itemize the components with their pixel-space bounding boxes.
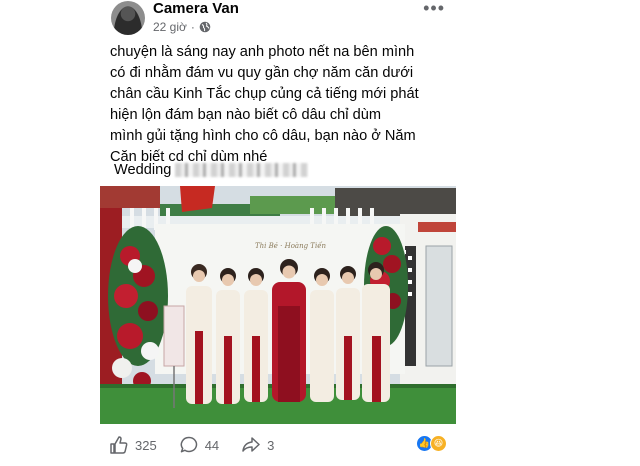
backdrop-text: Thi Bé · Hoàng Tiến: [255, 241, 327, 250]
post-photo[interactable]: Thi Bé · Hoàng Tiến: [100, 186, 456, 424]
thumbs-up-icon: [110, 436, 128, 454]
post-text-line: chân cầu Kinh Tắc chụp củng cả tiếng mới…: [110, 86, 419, 102]
wedding-group-photo: Thi Bé · Hoàng Tiến: [100, 186, 456, 424]
reaction-icons[interactable]: 👍 😆: [416, 435, 447, 452]
post-text: chuyện là sáng nay anh photo nết na bên …: [110, 42, 450, 168]
post-text-line: mình gủi tặng hình cho cô dâu, bạn nào ở…: [110, 128, 416, 144]
globe-icon: [199, 21, 211, 33]
like-count: 325: [135, 437, 157, 453]
share-icon: [242, 437, 260, 452]
post-text-line: chuyện là sáng nay anh photo nết na bên …: [110, 44, 415, 60]
like-button[interactable]: 325: [109, 435, 157, 455]
haha-reaction-icon: 😆: [430, 435, 447, 452]
more-options-icon[interactable]: •••: [423, 0, 445, 19]
share-button[interactable]: 3: [241, 435, 274, 455]
comment-count: 44: [204, 437, 220, 453]
author-name[interactable]: Camera Van: [153, 0, 239, 17]
post-text-line: có đi nhằm đám vu quy gần chợ năm căn dư…: [110, 65, 414, 81]
post-card: Camera Van 22 giờ · ••• chuyện là sáng n…: [97, 0, 459, 466]
redacted-text: [175, 163, 309, 177]
avatar[interactable]: [111, 1, 145, 35]
share-count: 3: [267, 437, 275, 453]
comment-icon: [180, 436, 197, 453]
post-actions: 325 44 3: [109, 435, 296, 455]
post-text-line: hiện lộn đám bạn nào biết cô dâu chỉ dùm: [110, 107, 381, 123]
wedding-label: Wedding: [114, 162, 172, 178]
post-meta: 22 giờ ·: [153, 20, 211, 34]
post-time[interactable]: 22 giờ: [153, 20, 187, 34]
comment-button[interactable]: 44: [179, 435, 219, 455]
wedding-line: Wedding: [114, 162, 309, 178]
